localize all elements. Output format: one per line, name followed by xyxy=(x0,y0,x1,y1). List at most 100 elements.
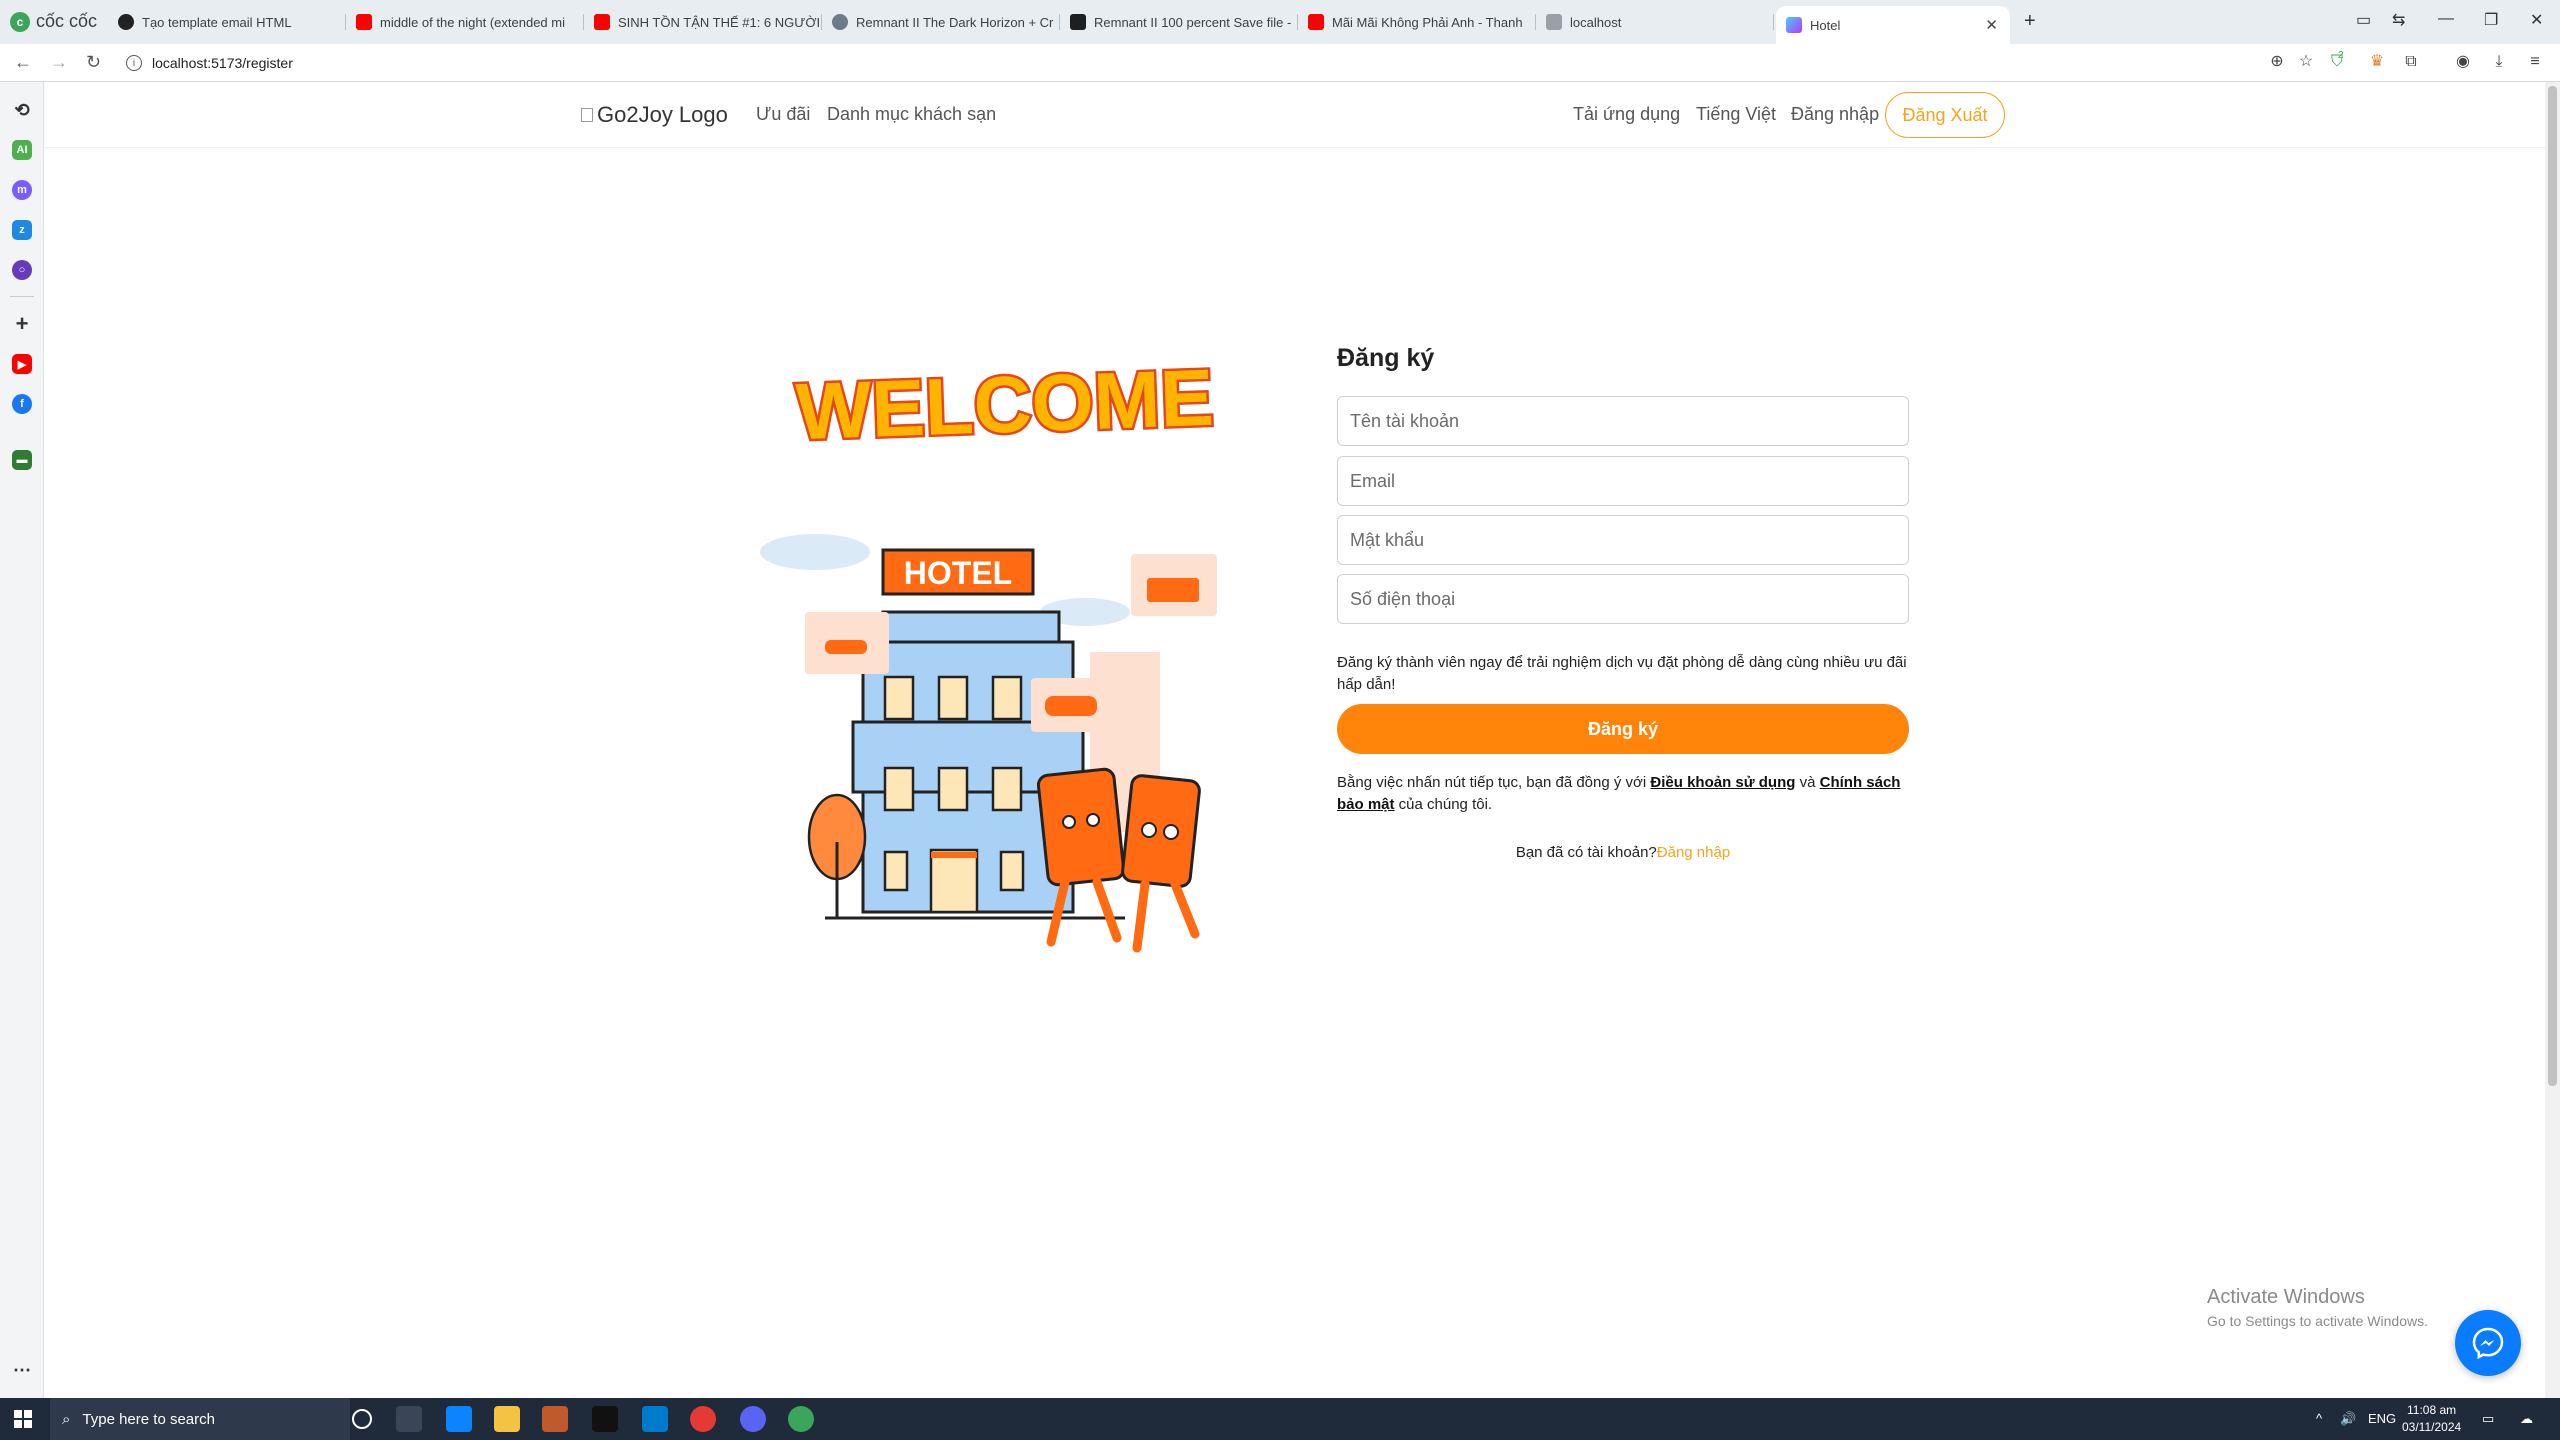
welcome-hotel-illustration: WELCOME HOTEL xyxy=(760,350,1218,953)
add-icon[interactable]: + xyxy=(12,311,32,336)
download-icon[interactable]: ⤓ xyxy=(2490,53,2508,71)
facebook-icon[interactable]: f xyxy=(12,394,32,414)
history-icon[interactable]: ⟲ xyxy=(12,100,32,120)
zalo-icon[interactable]: z xyxy=(12,220,32,240)
weather-icon[interactable]: ☁ xyxy=(2520,1411,2533,1427)
site-logo[interactable]: Go2Joy Logo xyxy=(581,102,728,128)
task-view-icon[interactable] xyxy=(396,1406,422,1432)
tab-title: Mãi Mãi Không Phải Anh - Thanh xyxy=(1332,14,1523,30)
chat-icon[interactable]: ○ xyxy=(12,260,32,280)
taskbar-search[interactable]: ⌕ Type here to search xyxy=(50,1398,350,1440)
email-input[interactable] xyxy=(1337,456,1909,506)
browser-brand[interactable]: c cốc cốc xyxy=(10,11,97,32)
nav-hotel-categories[interactable]: Danh mục khách sạn xyxy=(827,104,996,125)
cloud-shape xyxy=(760,534,870,570)
close-window-button[interactable]: ✕ xyxy=(2530,10,2543,30)
logout-button[interactable]: Đăng Xuất xyxy=(1885,92,2005,138)
menu-icon[interactable]: ≡ xyxy=(2526,53,2544,71)
have-account-text: Bạn đã có tài khoản? xyxy=(1515,844,1657,861)
address-bar[interactable]: i localhost:5173/register xyxy=(126,50,293,76)
cortana-icon[interactable] xyxy=(352,1409,372,1429)
tab-remnant-dark-horizon[interactable]: Remnant II The Dark Horizon + Cr xyxy=(822,6,1060,38)
scrollbar-thumb[interactable] xyxy=(2548,86,2557,1086)
logo-alt-text: Go2Joy Logo xyxy=(597,102,728,127)
tab-template-email[interactable]: Tạo template email HTML xyxy=(108,6,346,38)
tab-title: SINH TỒN TẬN THẾ #1: 6 NGƯỜI xyxy=(618,14,821,30)
tab-hotel-active[interactable]: Hotel ✕ xyxy=(1776,6,2010,44)
tray-chevron-icon[interactable]: ^ xyxy=(2316,1411,2322,1426)
language-indicator[interactable]: ENG xyxy=(2368,1411,2396,1426)
messenger-chat-button[interactable] xyxy=(2455,1310,2521,1376)
discord-icon[interactable] xyxy=(740,1406,766,1432)
register-button[interactable]: Đăng ký xyxy=(1337,704,1909,754)
profile-icon[interactable]: ◉ xyxy=(2454,53,2472,71)
youtube-icon xyxy=(356,14,372,30)
forward-button[interactable]: → xyxy=(50,52,68,73)
chart-icon xyxy=(1546,14,1562,30)
extensions-puzzle-icon[interactable]: ⧉ xyxy=(2402,53,2420,71)
username-input[interactable] xyxy=(1337,396,1909,446)
nav-login[interactable]: Đăng nhập xyxy=(1791,104,1879,125)
notification-icon[interactable]: ▭ xyxy=(2482,1411,2494,1427)
tab-youtube-sinh-ton[interactable]: SINH TỒN TẬN THẾ #1: 6 NGƯỜI xyxy=(584,6,822,38)
tab-localhost[interactable]: localhost xyxy=(1536,6,1774,38)
bookmark-star-icon[interactable]: ☆ xyxy=(2297,53,2315,71)
ai-icon[interactable]: AI xyxy=(12,140,32,160)
youtube-icon xyxy=(594,14,610,30)
terms-prefix: Bằng việc nhấn nút tiếp tục, bạn đã đồng… xyxy=(1337,774,1651,791)
close-tab-icon[interactable]: ✕ xyxy=(1985,16,1998,34)
password-input[interactable] xyxy=(1337,515,1909,565)
minimize-button[interactable]: — xyxy=(2438,10,2454,28)
phone-input[interactable] xyxy=(1337,574,1909,624)
tab-youtube-middle-of-night[interactable]: middle of the night (extended mi xyxy=(346,6,584,38)
extension-icon[interactable]: ♛ xyxy=(2368,53,2386,71)
windows-group xyxy=(883,675,1025,914)
tab-youtube-mai-mai[interactable]: Mãi Mãi Không Phải Anh - Thanh xyxy=(1298,6,1536,38)
app-icon[interactable] xyxy=(542,1406,568,1432)
messenger-icon[interactable]: m xyxy=(12,180,32,200)
bed-icon xyxy=(1147,578,1199,602)
tab-list-icon[interactable]: ⇆ xyxy=(2392,10,2405,30)
app-icon[interactable] xyxy=(690,1406,716,1432)
browser-brand-label: cốc cốc xyxy=(36,11,98,31)
windows-start-icon[interactable] xyxy=(14,1410,32,1428)
watermark-subtitle: Go to Settings to activate Windows. xyxy=(2207,1313,2428,1329)
more-icon[interactable]: ⋯ xyxy=(12,1360,32,1380)
door-awning xyxy=(931,852,977,858)
youtube-icon[interactable]: ▶ xyxy=(12,354,32,374)
new-tab-button[interactable]: + xyxy=(2024,10,2036,33)
app-icon[interactable]: ▬ xyxy=(12,450,32,470)
extension-badge: 2 xyxy=(2338,50,2344,61)
terms-and: và xyxy=(1795,774,1820,791)
volume-icon[interactable]: 🔊 xyxy=(2340,1411,2356,1427)
clock[interactable]: 11:08 am 03/11/2024 xyxy=(2402,1402,2461,1436)
nav-download-app[interactable]: Tải ứng dụng xyxy=(1573,104,1680,125)
vscode-icon[interactable] xyxy=(642,1406,668,1432)
tab-remnant-save-file[interactable]: Remnant II 100 percent Save file - xyxy=(1060,6,1298,38)
back-button[interactable]: ← xyxy=(14,52,32,73)
reload-button[interactable]: ↻ xyxy=(86,52,101,73)
site-header: Go2Joy Logo Ưu đãi Danh mục khách sạn Tả… xyxy=(45,82,2545,148)
promo-note: Đăng ký thành viên ngay để trải nghiệm d… xyxy=(1337,654,1907,693)
nav-language[interactable]: Tiếng Việt xyxy=(1696,104,1776,125)
url-text[interactable]: localhost:5173/register xyxy=(152,55,293,71)
page-scrollbar[interactable] xyxy=(2545,82,2560,1398)
nav-uu-dai[interactable]: Ưu đãi xyxy=(756,104,810,125)
store-icon[interactable] xyxy=(446,1406,472,1432)
terms-of-use-link[interactable]: Điều khoản sử dụng xyxy=(1650,774,1795,791)
site-info-icon[interactable]: i xyxy=(126,55,142,71)
terms-suffix: của chúng tôi. xyxy=(1394,796,1493,813)
sidebar-divider xyxy=(10,296,34,297)
extension-shield-icon[interactable]: ⛉ 2 xyxy=(2328,50,2346,71)
chatgpt-icon xyxy=(118,14,134,30)
terminal-icon[interactable] xyxy=(592,1406,618,1432)
tab-title: Remnant II 100 percent Save file - xyxy=(1094,14,1292,30)
coccoc-taskbar-icon[interactable] xyxy=(788,1406,814,1432)
restore-button[interactable]: ❐ xyxy=(2484,10,2498,30)
file-explorer-icon[interactable] xyxy=(494,1406,520,1432)
login-link[interactable]: Đăng nhập xyxy=(1657,844,1730,861)
building-roof xyxy=(881,610,1061,644)
tab-search-icon[interactable]: ▭ xyxy=(2356,10,2371,30)
hotel-sign-text: HOTEL xyxy=(904,555,1012,591)
zoom-icon[interactable]: ⊕ xyxy=(2268,53,2286,71)
